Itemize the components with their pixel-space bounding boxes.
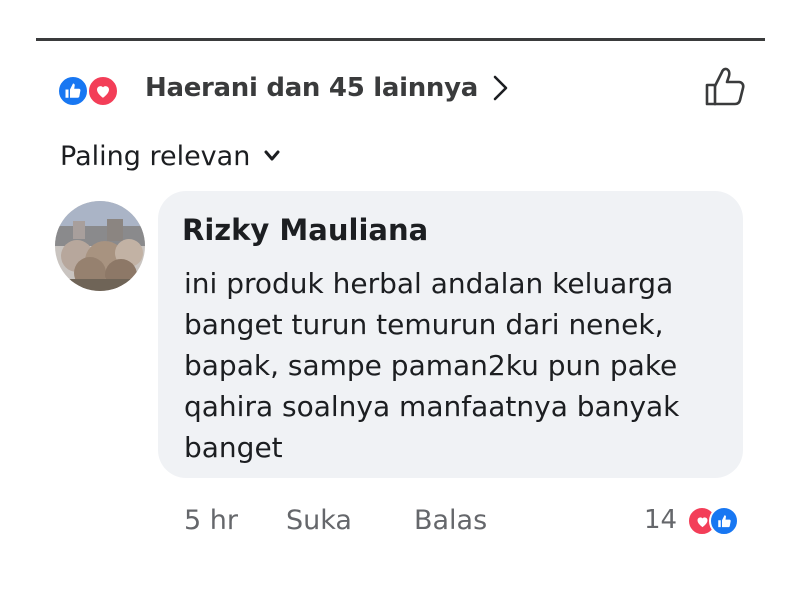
- comment-actions: 5 hr Suka Balas: [184, 500, 487, 540]
- chevron-right-icon[interactable]: [492, 74, 510, 102]
- reaction-icons: [57, 70, 121, 107]
- sort-dropdown[interactable]: Paling relevan: [60, 136, 280, 176]
- love-icon: [87, 75, 119, 107]
- like-button[interactable]: Suka: [286, 505, 352, 536]
- thumbs-up-outline-icon[interactable]: [703, 64, 747, 110]
- comment-bubble: Rizky Mauliana ini produk herbal andalan…: [158, 191, 743, 478]
- chevron-down-icon: [264, 150, 280, 162]
- sort-label: Paling relevan: [60, 140, 251, 172]
- like-icon: [57, 75, 89, 107]
- like-icon: [709, 506, 740, 536]
- reply-button[interactable]: Balas: [414, 505, 487, 536]
- comment-text: ini produk herbal andalan keluarga bange…: [184, 267, 680, 464]
- comment-reaction-icons: [687, 504, 740, 536]
- top-divider: [36, 38, 765, 41]
- comment-author[interactable]: Rizky Mauliana: [182, 213, 428, 247]
- reactors-summary-text[interactable]: Haerani dan 45 lainnya: [145, 73, 478, 103]
- reaction-count: 14: [644, 505, 678, 535]
- reactions-summary-row[interactable]: Haerani dan 45 lainnya: [57, 64, 747, 112]
- avatar[interactable]: [55, 201, 145, 291]
- comment-reactions[interactable]: 14: [644, 500, 740, 540]
- comment-timestamp[interactable]: 5 hr: [184, 505, 238, 536]
